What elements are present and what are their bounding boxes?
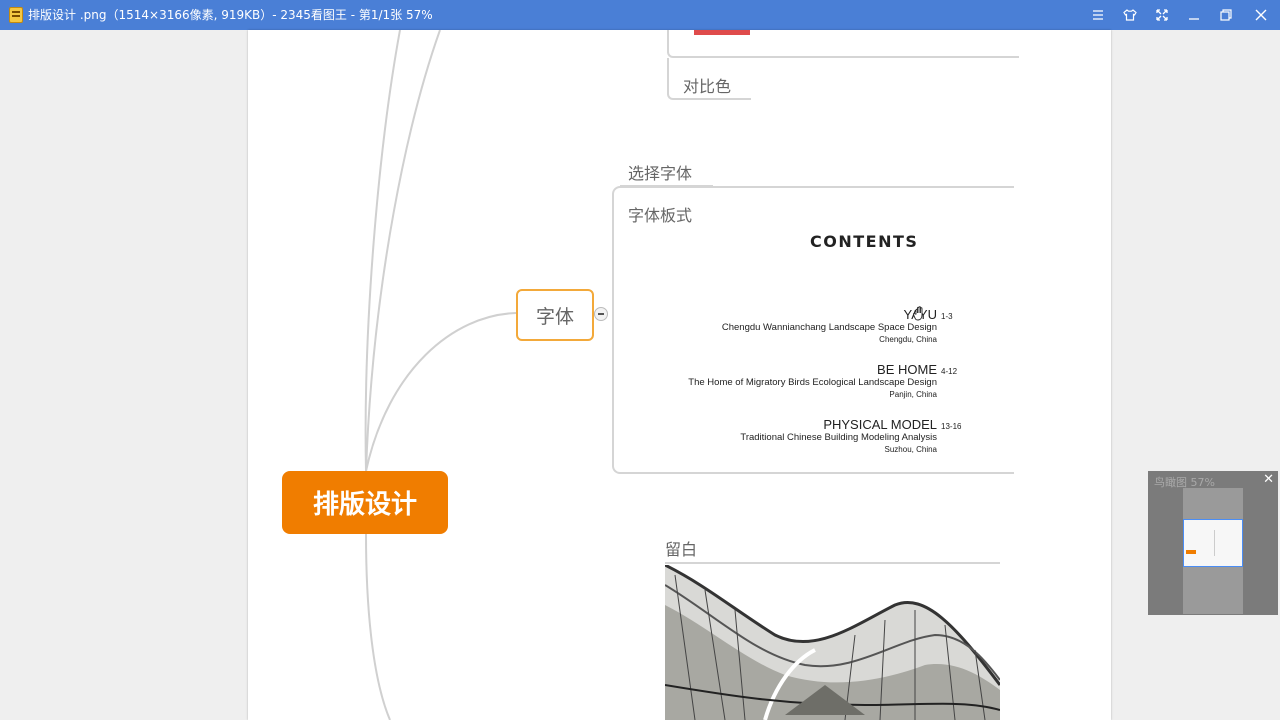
app-logo-icon: [9, 7, 23, 23]
contents-entry-1: YAYU Chengdu Wannianchang Landscape Spac…: [722, 307, 937, 346]
entry-subtitle: The Home of Migratory Birds Ecological L…: [688, 377, 937, 388]
title-bar: 排版设计 .png（1514×3166像素, 919KB）- 2345看图王 -…: [0, 0, 1280, 30]
navigator-close-icon[interactable]: ✕: [1263, 472, 1274, 487]
restore-icon[interactable]: [1214, 4, 1238, 26]
entry-page-range: 4-12: [941, 367, 958, 376]
entry-subtitle: Traditional Chinese Building Modeling An…: [740, 432, 937, 443]
minimize-icon[interactable]: [1182, 4, 1206, 26]
red-logo-fragment: [694, 30, 750, 35]
select-font-label: 选择字体: [628, 164, 693, 183]
contents-entry-2: BE HOME The Home of Migratory Birds Ecol…: [688, 362, 937, 401]
entry-location: Chengdu, China: [879, 335, 937, 344]
root-topic[interactable]: 排版设计: [282, 471, 448, 534]
close-icon[interactable]: [1249, 4, 1273, 26]
entry-subtitle: Chengdu Wannianchang Landscape Space Des…: [721, 322, 937, 333]
entry-location: Suzhou, China: [884, 445, 937, 454]
font-topic[interactable]: 字体: [516, 289, 594, 341]
contrast-label: 对比色: [683, 77, 732, 96]
whitespace-label: 留白: [665, 540, 698, 559]
navigator-viewport[interactable]: [1183, 519, 1243, 567]
entry-location: Panjin, China: [889, 390, 937, 399]
contents-heading: CONTENTS: [810, 232, 919, 251]
entry-page-range: 1-3: [941, 312, 953, 321]
collapse-toggle-icon[interactable]: [594, 307, 608, 321]
navigator-panel[interactable]: 鸟瞰图 57% ✕: [1148, 471, 1278, 615]
skin-icon[interactable]: [1118, 4, 1142, 26]
entry-page-range: 13-16: [941, 422, 962, 431]
font-layout-label: 字体板式: [628, 206, 693, 225]
architecture-photo: [665, 565, 1000, 720]
hand-cursor-icon: [912, 305, 928, 325]
entry-title: PHYSICAL MODEL: [823, 417, 937, 432]
contents-entry-3: PHYSICAL MODEL Traditional Chinese Build…: [740, 417, 937, 456]
window-title: 排版设计 .png（1514×3166像素, 919KB）- 2345看图王 -…: [28, 8, 433, 22]
whitespace-underline: [665, 562, 1000, 564]
entry-title: YAYU: [722, 307, 937, 322]
fullscreen-icon[interactable]: [1150, 4, 1174, 26]
menu-icon[interactable]: [1086, 4, 1110, 26]
entry-title: BE HOME: [877, 362, 937, 377]
image-canvas[interactable]: 对比色 排版设计 字体 选择字体 字体板式 CONTENTS YAYU Chen…: [248, 30, 1111, 720]
